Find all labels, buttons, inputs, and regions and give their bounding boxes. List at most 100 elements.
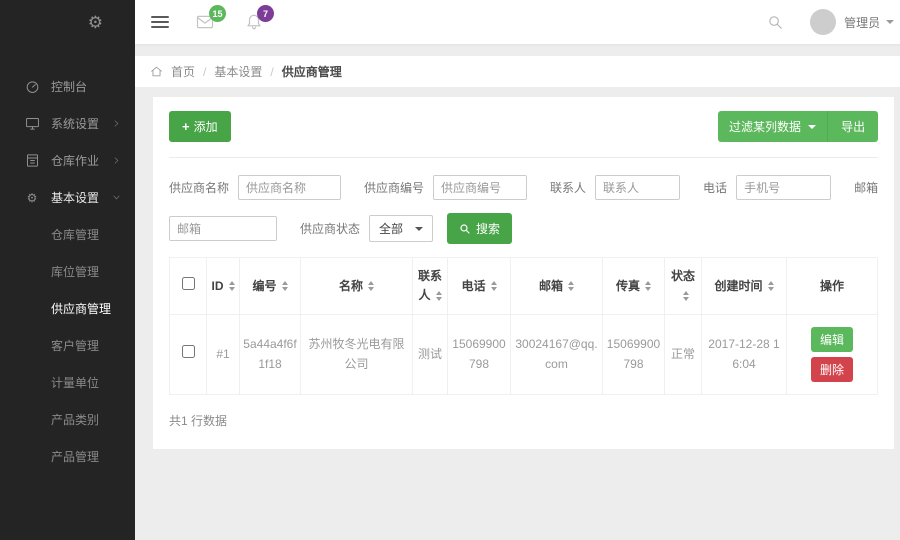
sort-icon[interactable]	[683, 291, 689, 301]
chevron-down-icon	[112, 193, 121, 202]
user-menu-caret-icon[interactable]	[886, 20, 894, 24]
header-phone: 电话	[448, 258, 511, 315]
search-button-label: 搜索	[476, 220, 500, 237]
gauge-icon	[24, 79, 40, 95]
row-checkbox-cell	[170, 315, 207, 395]
filter-columns-button[interactable]: 过滤某列数据	[718, 111, 827, 142]
supplier-card: + 添加 过滤某列数据 导出 供应商名称 供应商编号	[153, 97, 894, 449]
export-button[interactable]: 导出	[827, 111, 878, 142]
sort-icon[interactable]	[645, 281, 651, 291]
user-name[interactable]: 管理员	[844, 14, 880, 31]
supplier-name-label: 供应商名称	[169, 179, 229, 196]
notifications-button[interactable]: 7	[245, 13, 263, 31]
cell-id: #1	[207, 315, 240, 395]
sidebar-item-label: 控制台	[51, 78, 87, 95]
filter-panel: 供应商名称 供应商编号 联系人 电话 邮箱 供应商状态 全部	[169, 175, 878, 244]
header-code: 编号	[240, 258, 301, 315]
sort-icon[interactable]	[568, 281, 574, 291]
gear-icon: ⚙	[24, 190, 40, 206]
phone-input[interactable]	[736, 175, 831, 200]
sidebar: ⚙ 控制台 系统设置 仓库作业	[0, 0, 135, 540]
filter-columns-label: 过滤某列数据	[729, 118, 801, 135]
navbar-search-icon[interactable]	[767, 14, 784, 31]
caret-down-icon	[808, 125, 816, 129]
home-icon	[150, 65, 163, 78]
header-checkbox-cell	[170, 258, 207, 315]
sidebar-subitem-location-mgmt[interactable]: 库位管理	[0, 253, 135, 290]
sort-icon[interactable]	[368, 281, 374, 291]
sidebar-subitem-measure-units[interactable]: 计量单位	[0, 364, 135, 401]
sidebar-item-warehouse-ops[interactable]: 仓库作业	[0, 142, 135, 179]
select-all-checkbox[interactable]	[182, 277, 195, 290]
email-input[interactable]	[169, 216, 277, 241]
sort-icon[interactable]	[491, 281, 497, 291]
caret-down-icon	[415, 227, 423, 231]
cell-status: 正常	[665, 315, 702, 395]
sidebar-subitem-warehouse-mgmt[interactable]: 仓库管理	[0, 216, 135, 253]
sidebar-subitem-product-mgmt[interactable]: 产品管理	[0, 438, 135, 475]
supplier-code-input[interactable]	[433, 175, 527, 200]
breadcrumb-section[interactable]: 基本设置	[214, 63, 262, 80]
delete-button[interactable]: 删除	[811, 357, 853, 382]
sidebar-item-dashboard[interactable]: 控制台	[0, 68, 135, 105]
chevron-right-icon	[112, 156, 121, 165]
cell-contact: 测试	[413, 315, 448, 395]
status-select[interactable]: 全部	[369, 215, 433, 242]
monitor-icon	[24, 116, 40, 132]
header-email: 邮箱	[511, 258, 603, 315]
row-checkbox[interactable]	[182, 345, 195, 358]
status-select-value: 全部	[379, 220, 403, 237]
sidebar-item-basic-settings[interactable]: ⚙ 基本设置	[0, 179, 135, 216]
sidebar-item-label: 系统设置	[51, 115, 99, 132]
sort-icon[interactable]	[768, 281, 774, 291]
header-name: 名称	[301, 258, 413, 315]
supplier-code-label: 供应商编号	[364, 179, 424, 196]
sidebar-subitem-supplier-mgmt[interactable]: 供应商管理	[0, 290, 135, 327]
messages-button[interactable]: 15	[195, 13, 215, 31]
plus-icon: +	[182, 120, 190, 133]
breadcrumb-separator: /	[270, 65, 273, 79]
add-button[interactable]: + 添加	[169, 111, 231, 142]
ledger-icon	[24, 153, 40, 169]
breadcrumb-home[interactable]: 首页	[171, 63, 195, 80]
sort-icon[interactable]	[282, 281, 288, 291]
sort-icon[interactable]	[436, 291, 442, 301]
notifications-badge: 7	[257, 5, 274, 22]
edit-button[interactable]: 编辑	[811, 327, 853, 352]
contact-input[interactable]	[595, 175, 680, 200]
sort-icon[interactable]	[229, 281, 235, 291]
filter-row-2: 供应商状态 全部 搜索	[169, 213, 878, 244]
sidebar-subitem-product-category[interactable]: 产品类别	[0, 401, 135, 438]
table-row-count: 共1 行数据	[169, 412, 878, 429]
user-avatar[interactable]	[810, 9, 836, 35]
sidebar-header: ⚙	[0, 0, 135, 44]
cell-actions: 编辑 删除	[787, 315, 878, 395]
breadcrumb-separator: /	[203, 65, 206, 79]
phone-label: 电话	[703, 179, 727, 196]
card-toolbar: + 添加 过滤某列数据 导出	[169, 111, 878, 142]
table-row: #1 5a44a4f6f1f18 苏州牧冬光电有限公司 测试 150699007…	[170, 315, 878, 395]
suppliers-table: ID 编号 名称 联系人 电话 邮箱 传真 状态 创建时间 操作	[169, 257, 878, 395]
sidebar-subitem-customer-mgmt[interactable]: 客户管理	[0, 327, 135, 364]
supplier-name-input[interactable]	[238, 175, 341, 200]
email-label: 邮箱	[854, 179, 878, 196]
cell-name: 苏州牧冬光电有限公司	[301, 315, 413, 395]
divider	[169, 157, 878, 158]
app-window: ⚙ 控制台 系统设置 仓库作业	[0, 0, 900, 540]
header-actions: 操作	[787, 258, 878, 315]
table-header-row: ID 编号 名称 联系人 电话 邮箱 传真 状态 创建时间 操作	[170, 258, 878, 315]
cell-fax: 15069900798	[603, 315, 665, 395]
sidebar-item-system-settings[interactable]: 系统设置	[0, 105, 135, 142]
toolbar-right-group: 过滤某列数据 导出	[718, 111, 878, 142]
hamburger-menu-icon[interactable]	[151, 13, 169, 31]
topbar-right: 管理员	[767, 9, 894, 35]
filter-row-1: 供应商名称 供应商编号 联系人 电话 邮箱	[169, 175, 878, 200]
contact-label: 联系人	[550, 179, 586, 196]
search-button[interactable]: 搜索	[447, 213, 512, 244]
cell-phone: 15069900798	[448, 315, 511, 395]
header-contact: 联系人	[413, 258, 448, 315]
settings-gear-icon[interactable]: ⚙	[88, 14, 103, 31]
sidebar-menu: 控制台 系统设置 仓库作业 ⚙	[0, 68, 135, 216]
header-status: 状态	[665, 258, 702, 315]
breadcrumb: 首页 / 基本设置 / 供应商管理	[135, 56, 900, 87]
